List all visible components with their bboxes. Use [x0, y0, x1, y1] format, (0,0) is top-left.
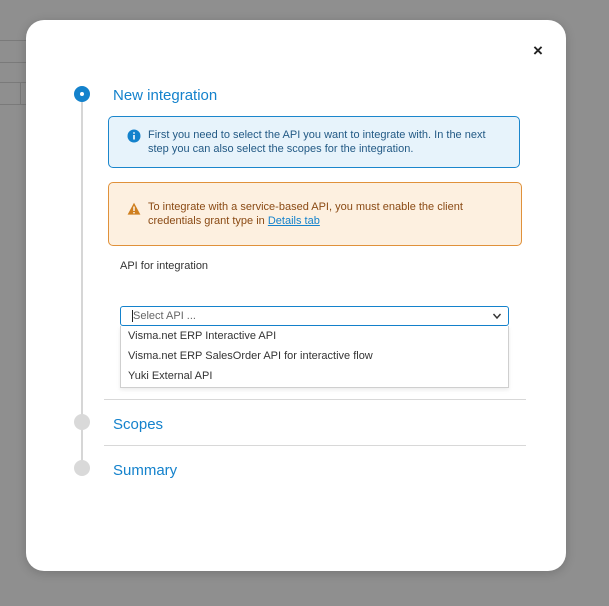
api-field-label: API for integration [120, 260, 209, 272]
warning-message-text: To integrate with a service-based API, y… [148, 200, 507, 228]
step-indicator-new-integration [74, 86, 90, 102]
step-title-new-integration[interactable]: New integration [113, 87, 217, 104]
background-divider [20, 82, 21, 104]
warning-message-box: To integrate with a service-based API, y… [108, 182, 522, 246]
warning-icon [127, 202, 141, 215]
api-option[interactable]: Visma.net ERP SalesOrder API for interac… [121, 346, 508, 366]
step-divider [104, 399, 526, 400]
info-icon [127, 129, 141, 143]
api-select[interactable]: Select API ... [120, 306, 509, 326]
chevron-down-icon[interactable] [492, 310, 502, 322]
info-message-text: First you need to select the API you wan… [148, 129, 486, 155]
step-indicator-summary [74, 460, 90, 476]
step-divider [104, 445, 526, 446]
step-title-summary[interactable]: Summary [113, 462, 177, 479]
step-title-scopes[interactable]: Scopes [113, 416, 163, 433]
api-option[interactable]: Visma.net ERP Interactive API [121, 326, 508, 346]
step-indicator-scopes [74, 414, 90, 430]
api-select-placeholder: Select API ... [133, 310, 196, 322]
close-icon[interactable]: × [529, 42, 547, 60]
api-option[interactable]: Yuki External API [121, 366, 508, 386]
info-message-box: First you need to select the API you wan… [108, 116, 520, 168]
details-tab-link[interactable]: Details tab [268, 215, 320, 227]
api-options-dropdown: Visma.net ERP Interactive API Visma.net … [120, 326, 509, 388]
new-integration-dialog: × New integration First you need to sele… [26, 20, 566, 571]
